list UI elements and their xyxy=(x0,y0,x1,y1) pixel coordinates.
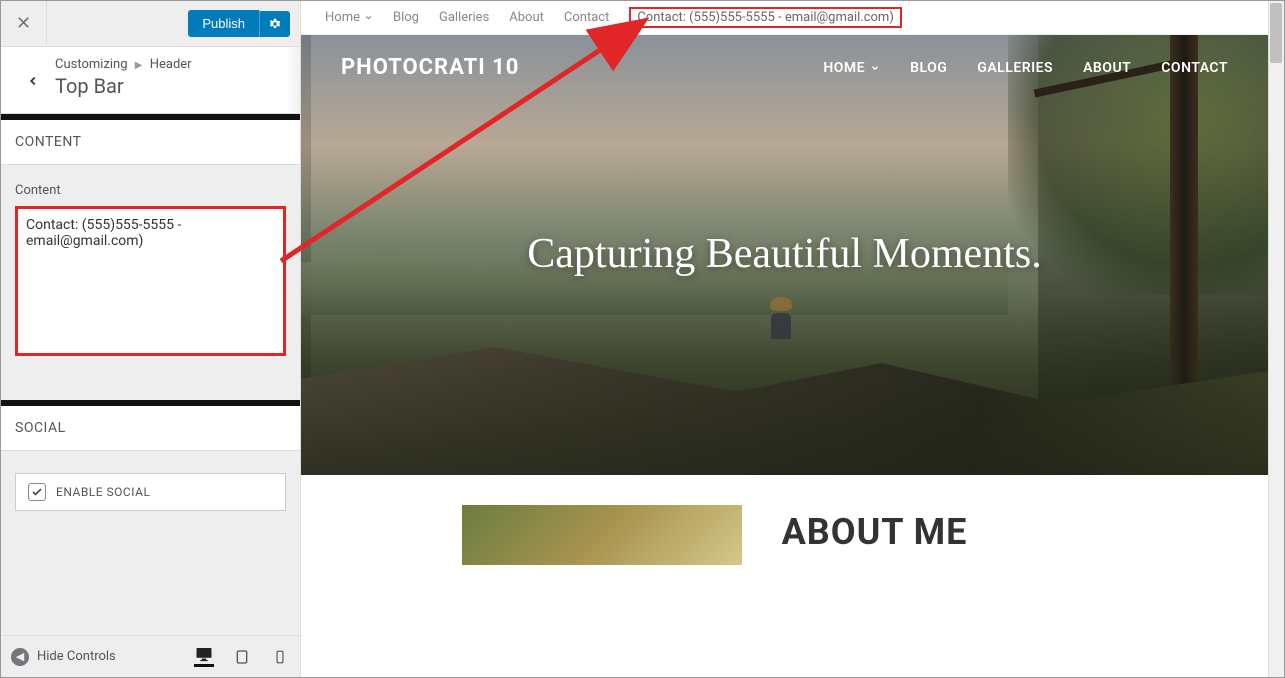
topbar-contact-text: Contact: (555)555-5555 - email@gmail.com… xyxy=(629,7,902,28)
publish-button[interactable]: Publish xyxy=(188,10,259,37)
hide-controls-button[interactable]: ◀ Hide Controls xyxy=(11,648,182,666)
preview-topbar: Home Blog Galleries About Contact Contac… xyxy=(301,1,1268,35)
panel-title: Top Bar xyxy=(55,74,286,98)
site-preview: Home Blog Galleries About Contact Contac… xyxy=(301,1,1284,677)
topbar-link-about[interactable]: About xyxy=(509,10,544,25)
about-section: ABOUT ME xyxy=(301,475,1268,565)
about-title: ABOUT ME xyxy=(782,505,968,553)
desktop-preview-button[interactable] xyxy=(194,647,214,667)
about-image xyxy=(462,505,742,565)
chevron-down-icon xyxy=(870,63,880,73)
breadcrumb-parent: Header xyxy=(150,57,192,72)
nav-item-galleries[interactable]: GALLERIES xyxy=(977,60,1053,76)
publish-settings-button[interactable] xyxy=(259,11,290,37)
topbar-link-blog[interactable]: Blog xyxy=(393,10,419,25)
enable-social-label: ENABLE SOCIAL xyxy=(56,485,150,499)
sidebar-header: ✕ Publish xyxy=(1,1,300,47)
content-textarea[interactable] xyxy=(15,206,286,356)
site-logo[interactable]: PHOTOCRATI 10 xyxy=(341,55,519,80)
social-section-header: SOCIAL xyxy=(1,406,300,451)
main-nav: HOME BLOG GALLERIES ABOUT CONTACT xyxy=(823,60,1228,76)
gear-icon xyxy=(268,17,282,31)
desktop-icon xyxy=(195,645,213,663)
preview-scrollbar[interactable] xyxy=(1268,1,1284,677)
inner-scrollbar[interactable] xyxy=(286,47,300,113)
topbar-link-galleries[interactable]: Galleries xyxy=(439,10,489,25)
device-preview-toggle xyxy=(194,647,290,667)
hide-controls-label: Hide Controls xyxy=(37,649,116,664)
content-section-header: CONTENT xyxy=(1,120,300,165)
check-icon xyxy=(31,486,43,498)
topbar-link-contact[interactable]: Contact xyxy=(564,10,609,25)
content-section-body: Content xyxy=(1,165,300,400)
content-field-label: Content xyxy=(15,183,286,198)
chevron-down-icon xyxy=(364,13,373,22)
back-button[interactable] xyxy=(15,63,51,99)
nav-item-blog[interactable]: BLOG xyxy=(910,60,947,76)
scrollbar-thumb[interactable] xyxy=(1270,3,1282,63)
breadcrumb-panel: Customizing ▶ Header Top Bar xyxy=(1,47,300,114)
nav-item-contact[interactable]: CONTACT xyxy=(1161,60,1228,76)
hero-section: PHOTOCRATI 10 HOME BLOG GALLERIES ABOUT … xyxy=(301,35,1268,475)
tablet-icon xyxy=(234,649,250,665)
mobile-icon xyxy=(273,649,287,665)
customizer-sidebar: ✕ Publish Customizing ▶ Header Top Bar xyxy=(1,1,301,677)
chevron-left-icon xyxy=(26,74,40,88)
close-customizer-button[interactable]: ✕ xyxy=(1,1,47,47)
breadcrumb-separator-icon: ▶ xyxy=(135,60,143,71)
mobile-preview-button[interactable] xyxy=(270,647,290,667)
enable-social-checkbox-row[interactable]: ENABLE SOCIAL xyxy=(15,473,286,511)
nav-item-home[interactable]: HOME xyxy=(823,60,880,76)
hero-title: Capturing Beautiful Moments. xyxy=(301,230,1268,278)
breadcrumb-root: Customizing xyxy=(55,57,128,72)
enable-social-checkbox[interactable] xyxy=(28,483,46,501)
sidebar-footer: ◀ Hide Controls xyxy=(1,635,300,677)
social-section-body: ENABLE SOCIAL xyxy=(1,451,300,551)
collapse-left-icon: ◀ xyxy=(11,648,29,666)
breadcrumb: Customizing ▶ Header xyxy=(55,57,286,72)
nav-item-about[interactable]: ABOUT xyxy=(1083,60,1131,76)
tablet-preview-button[interactable] xyxy=(232,647,252,667)
topbar-link-home[interactable]: Home xyxy=(325,10,373,25)
